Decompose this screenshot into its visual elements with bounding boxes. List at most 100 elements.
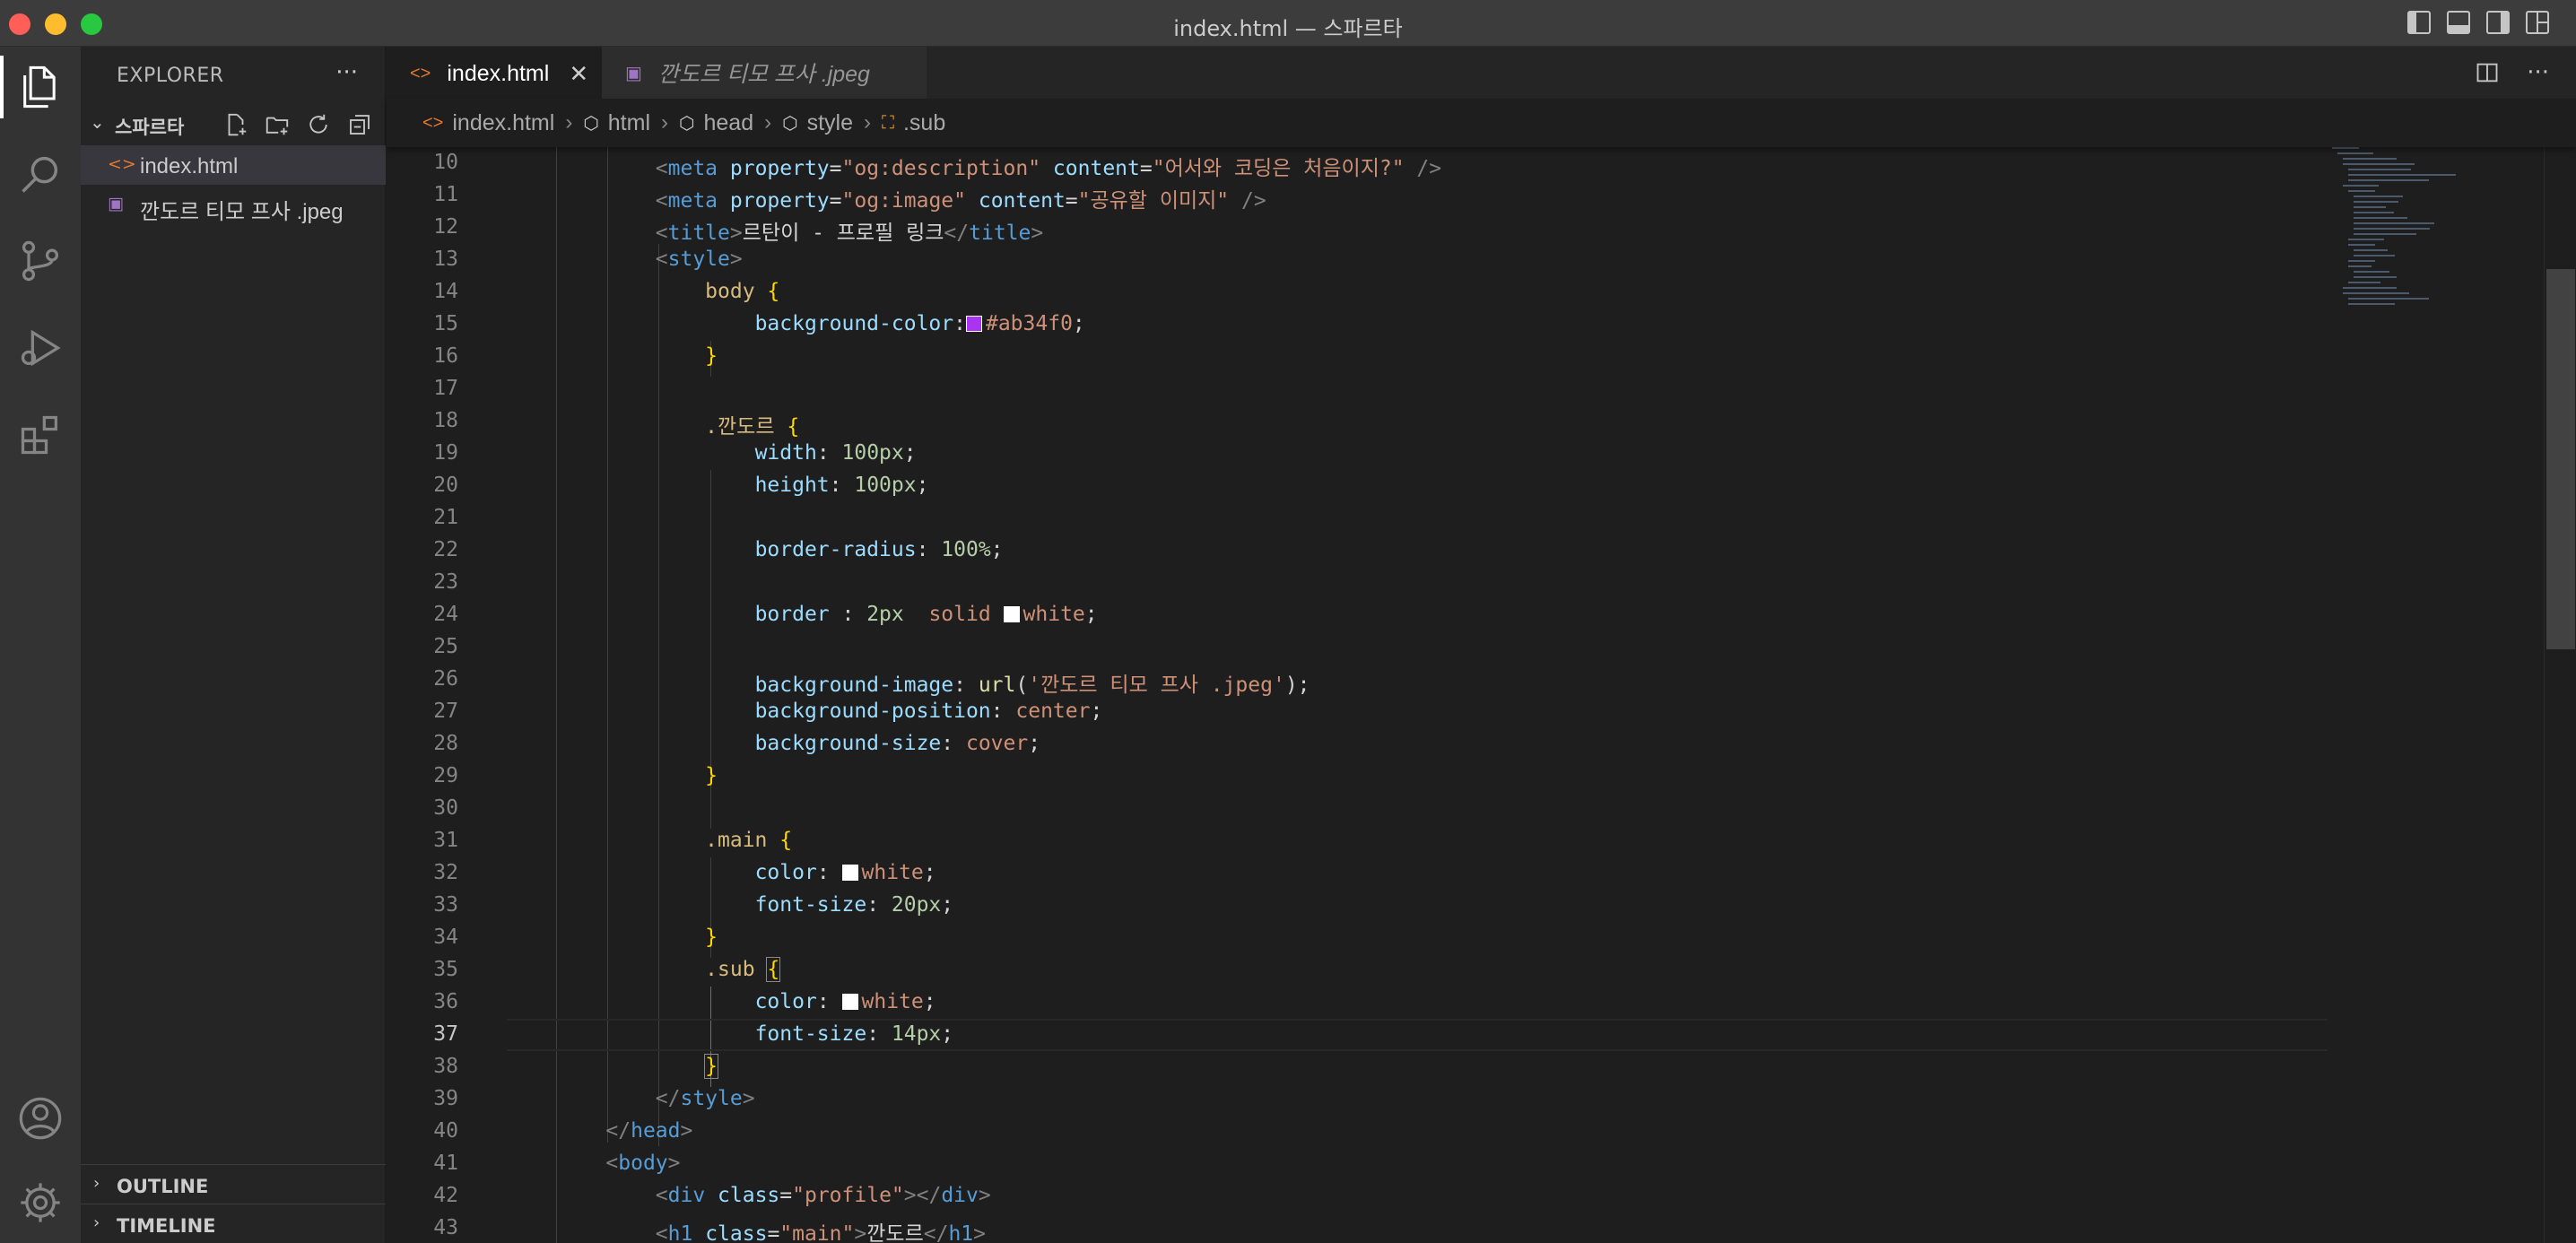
editor-scrollbar[interactable] (2544, 147, 2576, 1243)
refresh-icon[interactable] (305, 111, 332, 138)
settings-gear-icon[interactable] (0, 1162, 81, 1243)
file-item-index-html[interactable]: <> index.html (81, 145, 386, 185)
color-swatch-icon[interactable] (841, 994, 858, 1010)
code-text: <meta property="og:description" content=… (655, 157, 1442, 180)
code-line[interactable]: 33 font-size: 20px; (387, 890, 2324, 922)
code-line[interactable]: 31 .main { (387, 825, 2324, 857)
color-swatch-icon[interactable] (1003, 606, 1020, 622)
run-debug-icon[interactable] (0, 308, 81, 388)
code-line[interactable]: 21 (387, 502, 2324, 535)
extensions-icon[interactable] (0, 395, 81, 475)
timeline-panel-header[interactable]: › TIMELINE (81, 1204, 386, 1243)
code-line[interactable]: 12 <title>르탄이 - 프로필 링크</title> (387, 212, 2324, 245)
scrollbar-thumb[interactable] (2546, 269, 2575, 649)
minimap-line (2343, 163, 2415, 165)
code-line[interactable]: 18 .깐도르 { (387, 405, 2324, 439)
minimap-line (2332, 147, 2359, 149)
tab-image[interactable]: ▣ 깐도르 티모 프사 .jpeg (602, 47, 927, 99)
editor-more-actions-icon[interactable]: ··· (2527, 59, 2549, 86)
folder-header[interactable]: ⌄ 스파르타 (81, 106, 386, 142)
tab-bar: <> index.html ✕ ▣ 깐도르 티모 프사 .jpeg ··· (387, 47, 2576, 99)
layout-controls (2407, 11, 2549, 34)
line-number: 11 (433, 183, 458, 206)
breadcrumb-sub[interactable]: ⛶ .sub (882, 110, 945, 136)
line-number: 16 (433, 344, 458, 368)
code-line[interactable]: 32 color: white; (387, 857, 2324, 890)
code-text: <style> (655, 248, 743, 271)
search-icon[interactable] (0, 134, 81, 214)
code-line[interactable]: 36 color: white; (387, 987, 2324, 1019)
code-line[interactable]: 10 <meta property="og:description" conte… (387, 147, 2324, 180)
chevron-down-icon[interactable]: ⌄ (90, 111, 105, 133)
toggle-secondary-sidebar-icon[interactable] (2486, 11, 2510, 34)
minimap-line (2348, 190, 2375, 192)
split-editor-icon[interactable] (2475, 60, 2500, 85)
code-line[interactable]: 24 border : 2px solid white; (387, 599, 2324, 631)
code-line[interactable]: 17 (387, 373, 2324, 405)
code-line[interactable]: 22 border-radius: 100%; (387, 535, 2324, 567)
chevron-right-icon: › (565, 110, 573, 135)
breadcrumb-label: index.html (452, 109, 555, 135)
code-editor[interactable]: 10 <meta property="og:description" conte… (387, 147, 2576, 1243)
code-line[interactable]: 37 font-size: 14px; (387, 1019, 2324, 1051)
code-line[interactable]: 26 background-image: url('깐도르 티모 프사 .jpe… (387, 664, 2324, 697)
code-text: } (705, 764, 718, 787)
code-text: <div class="profile"></div> (655, 1184, 991, 1207)
tab-label: 깐도르 티모 프사 .jpeg (657, 62, 870, 87)
code-text: background-position: center; (754, 700, 1103, 723)
code-line[interactable]: 30 (387, 793, 2324, 825)
minimap-line (2354, 206, 2386, 208)
code-line[interactable]: 40 </head> (387, 1116, 2324, 1148)
code-line[interactable]: 14 body { (387, 276, 2324, 309)
breadcrumb-html[interactable]: ⬡ html (583, 110, 650, 136)
line-number: 20 (433, 474, 458, 497)
code-line[interactable]: 13 <style> (387, 244, 2324, 276)
line-number: 41 (433, 1152, 458, 1175)
minimap-line (2348, 244, 2375, 246)
color-swatch-icon[interactable] (965, 316, 982, 332)
breadcrumb-label: style (806, 109, 853, 135)
breadcrumb-head[interactable]: ⬡ head (679, 110, 753, 136)
tab-index-html[interactable]: <> index.html ✕ (387, 47, 602, 99)
code-line[interactable]: 35 .sub { (387, 954, 2324, 987)
code-line[interactable]: 28 background-size: cover; (387, 728, 2324, 761)
toggle-primary-sidebar-icon[interactable] (2407, 11, 2431, 34)
toggle-panel-icon[interactable] (2447, 11, 2470, 34)
code-line[interactable]: 41 <body> (387, 1148, 2324, 1180)
breadcrumb-file[interactable]: <> index.html (422, 110, 554, 136)
line-number: 17 (433, 377, 458, 400)
code-line[interactable]: 16 } (387, 341, 2324, 373)
code-line[interactable]: 20 height: 100px; (387, 470, 2324, 502)
minimap-line (2354, 271, 2389, 273)
code-text: color: white; (754, 990, 936, 1013)
code-line[interactable]: 23 (387, 567, 2324, 599)
code-line[interactable]: 11 <meta property="og:image" content="공유… (387, 179, 2324, 213)
code-line[interactable]: 38 } (387, 1051, 2324, 1083)
code-line[interactable]: 25 (387, 631, 2324, 664)
code-line[interactable]: 42 <div class="profile"></div> (387, 1180, 2324, 1213)
minimap-line (2348, 282, 2380, 283)
breadcrumb-style[interactable]: ⬡ style (782, 110, 853, 136)
code-line[interactable]: 19 width: 100px; (387, 438, 2324, 470)
code-line[interactable]: 39 </style> (387, 1083, 2324, 1116)
code-line[interactable]: 43 <h1 class="main">깐도르</h1> (387, 1213, 2324, 1243)
color-swatch-icon[interactable] (841, 865, 858, 881)
close-icon[interactable]: ✕ (569, 60, 588, 88)
minimap[interactable] (2332, 147, 2547, 326)
code-line[interactable]: 15 background-color: #ab34f0; (387, 309, 2324, 341)
collapse-all-icon[interactable] (346, 111, 373, 138)
file-item-image[interactable]: ▣ 깐도르 티모 프사 .jpeg (81, 185, 386, 224)
new-folder-icon[interactable] (264, 111, 291, 138)
explorer-icon[interactable] (0, 47, 81, 127)
code-line[interactable]: 29 } (387, 761, 2324, 793)
source-control-icon[interactable] (0, 221, 81, 301)
new-file-icon[interactable] (222, 111, 249, 138)
code-line[interactable]: 34 } (387, 922, 2324, 954)
customize-layout-icon[interactable] (2526, 11, 2549, 34)
line-number: 42 (433, 1184, 458, 1207)
minimap-line (2348, 169, 2411, 170)
code-line[interactable]: 27 background-position: center; (387, 696, 2324, 728)
outline-panel-header[interactable]: › OUTLINE (81, 1164, 386, 1204)
explorer-more-actions-icon[interactable]: ··· (335, 59, 358, 86)
account-icon[interactable] (0, 1078, 81, 1159)
